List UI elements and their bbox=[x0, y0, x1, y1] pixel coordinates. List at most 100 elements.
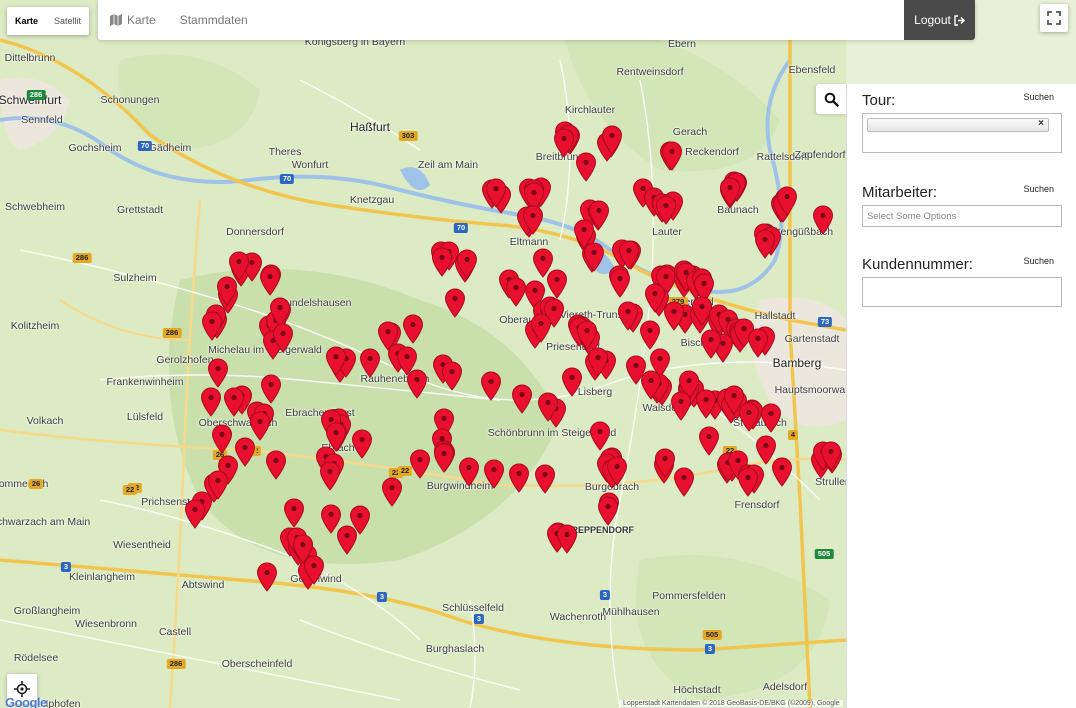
map-marker[interactable] bbox=[698, 426, 720, 456]
place-label: Wiesenbronn bbox=[75, 618, 137, 630]
map-marker[interactable] bbox=[700, 329, 722, 359]
road-shield: 70 bbox=[279, 174, 295, 184]
search-panel-toggle[interactable] bbox=[816, 84, 846, 114]
map-marker[interactable] bbox=[303, 555, 325, 585]
map-marker[interactable] bbox=[260, 374, 282, 404]
map-canvas[interactable]: Dittelbrunn Schweinfurt Sennfeld Schonungen… bbox=[0, 0, 846, 708]
map-marker[interactable] bbox=[738, 402, 760, 433]
map-type-toggle[interactable]: Karte Satellit bbox=[7, 7, 90, 35]
nav-stammdaten[interactable]: Stammdaten bbox=[168, 0, 260, 40]
map-marker[interactable] bbox=[325, 346, 347, 376]
map-marker[interactable] bbox=[381, 477, 403, 507]
map-marker[interactable] bbox=[530, 313, 552, 343]
place-label: Schlüsselfeld bbox=[442, 602, 504, 614]
map-marker[interactable] bbox=[485, 178, 507, 208]
map-marker[interactable] bbox=[441, 361, 463, 391]
map-attribution[interactable]: Lopperstadt Kartendaten © 2018 GeoBasis-… bbox=[620, 700, 843, 707]
map-marker[interactable] bbox=[556, 524, 578, 554]
map-marker[interactable] bbox=[336, 525, 358, 555]
map-marker[interactable] bbox=[771, 457, 793, 487]
map-marker[interactable] bbox=[820, 441, 842, 471]
map-type-karte[interactable]: Karte bbox=[7, 7, 46, 35]
map-marker[interactable] bbox=[719, 177, 741, 207]
place-label: Schonungen bbox=[100, 94, 160, 106]
tour-search-link[interactable]: Suchen bbox=[1023, 92, 1054, 102]
fullscreen-button[interactable] bbox=[1040, 4, 1068, 32]
map-marker[interactable] bbox=[480, 371, 502, 401]
place-label: Donnersdorf bbox=[226, 226, 284, 238]
map-marker[interactable] bbox=[663, 301, 685, 331]
map-marker[interactable] bbox=[534, 464, 556, 494]
map-marker[interactable] bbox=[259, 266, 281, 296]
map-marker[interactable] bbox=[661, 141, 683, 171]
map-marker[interactable] bbox=[601, 125, 623, 155]
map-marker[interactable] bbox=[673, 467, 695, 497]
tour-multiselect[interactable]: × bbox=[862, 113, 1062, 153]
nav-karte[interactable]: Karte bbox=[98, 0, 168, 40]
place-label: Mühlhausen bbox=[602, 606, 660, 618]
road-shield: 3 bbox=[376, 592, 388, 602]
map-marker[interactable] bbox=[695, 389, 717, 420]
map-marker[interactable] bbox=[575, 152, 597, 182]
map-marker[interactable] bbox=[223, 387, 245, 417]
kundennummer-search-link[interactable]: Suchen bbox=[1023, 256, 1054, 266]
map-marker[interactable] bbox=[431, 247, 453, 277]
map-marker[interactable] bbox=[456, 249, 478, 279]
road-shield: 3 bbox=[704, 644, 716, 654]
map-marker[interactable] bbox=[760, 403, 782, 433]
map-marker[interactable] bbox=[406, 369, 428, 399]
map-marker[interactable] bbox=[216, 276, 238, 307]
map-marker[interactable] bbox=[655, 195, 677, 225]
map-marker[interactable] bbox=[776, 186, 798, 217]
mitarbeiter-search-link[interactable]: Suchen bbox=[1023, 184, 1054, 194]
map-marker[interactable] bbox=[576, 320, 598, 350]
map-marker[interactable] bbox=[561, 367, 583, 397]
map-marker[interactable] bbox=[639, 320, 661, 350]
map-marker[interactable] bbox=[433, 443, 455, 473]
map-marker[interactable] bbox=[737, 467, 759, 497]
map-marker[interactable] bbox=[184, 499, 206, 529]
map-marker[interactable] bbox=[617, 301, 639, 331]
map-marker[interactable] bbox=[670, 391, 692, 421]
map-marker[interactable] bbox=[409, 449, 431, 479]
map-marker[interactable] bbox=[444, 288, 466, 319]
map-marker[interactable] bbox=[458, 457, 480, 487]
mitarbeiter-filter: Mitarbeiter: Suchen bbox=[862, 184, 1062, 227]
kundennummer-input[interactable] bbox=[863, 278, 1061, 306]
map-marker[interactable] bbox=[640, 370, 662, 401]
map-marker[interactable] bbox=[537, 392, 559, 422]
logout-button[interactable]: Logout bbox=[904, 0, 975, 40]
place-label: Gerach bbox=[672, 126, 708, 138]
map-marker[interactable] bbox=[272, 323, 294, 354]
map-marker[interactable] bbox=[351, 429, 373, 460]
map-marker[interactable] bbox=[483, 459, 505, 489]
kundennummer-field[interactable] bbox=[862, 277, 1062, 307]
mitarbeiter-input[interactable] bbox=[863, 206, 1061, 227]
map-marker[interactable] bbox=[200, 387, 222, 417]
chip-remove-icon[interactable]: × bbox=[1038, 118, 1044, 129]
map-marker[interactable] bbox=[201, 311, 223, 342]
map-marker[interactable] bbox=[546, 269, 568, 299]
map-marker[interactable] bbox=[283, 498, 305, 529]
map-marker[interactable] bbox=[754, 229, 776, 259]
map-marker[interactable] bbox=[508, 463, 530, 493]
map-marker[interactable] bbox=[583, 242, 605, 272]
map-marker[interactable] bbox=[511, 384, 533, 414]
map-marker[interactable] bbox=[747, 328, 769, 358]
map-marker[interactable] bbox=[265, 450, 287, 480]
map-marker[interactable] bbox=[211, 424, 233, 454]
map-marker[interactable] bbox=[606, 456, 628, 487]
map-marker[interactable] bbox=[597, 496, 619, 526]
map-marker[interactable] bbox=[553, 128, 575, 158]
map-type-satellit[interactable]: Satellit bbox=[46, 7, 89, 35]
mitarbeiter-multiselect[interactable] bbox=[862, 205, 1062, 227]
map-marker[interactable] bbox=[812, 205, 834, 235]
map-marker[interactable] bbox=[359, 348, 381, 379]
map-marker[interactable] bbox=[319, 461, 341, 492]
map-marker[interactable] bbox=[587, 347, 609, 378]
map-marker[interactable] bbox=[402, 314, 424, 344]
map-marker[interactable] bbox=[256, 562, 278, 592]
map-marker[interactable] bbox=[609, 268, 631, 298]
map-marker[interactable] bbox=[522, 205, 544, 236]
map-marker[interactable] bbox=[207, 358, 229, 388]
